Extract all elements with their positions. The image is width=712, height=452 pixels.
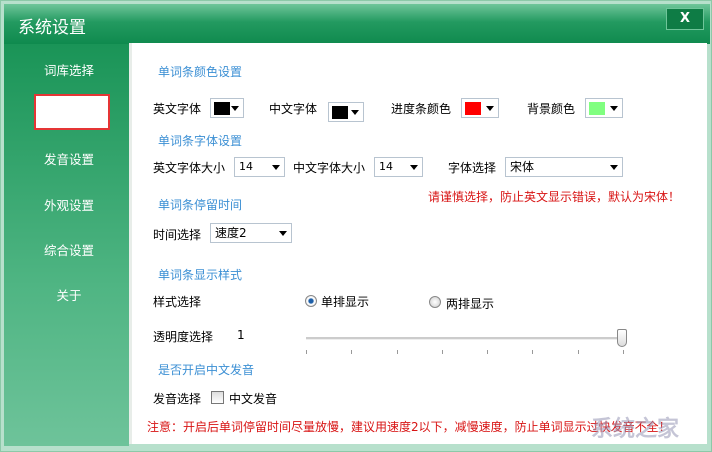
section-title-style: 单词条显示样式 bbox=[158, 268, 243, 282]
radio-double-row[interactable] bbox=[429, 296, 441, 308]
english-size-value: 14 bbox=[239, 160, 253, 173]
sidebar-item-about[interactable]: 关于 bbox=[4, 285, 134, 304]
section-title-time: 单词条停留时间 bbox=[158, 198, 243, 212]
progress-color-label: 进度条颜色 bbox=[391, 102, 452, 116]
radio-single-row[interactable] bbox=[305, 295, 317, 307]
double-row-label[interactable]: 两排显示 bbox=[446, 295, 494, 312]
sidebar-item-pronunciation[interactable]: 发音设置 bbox=[4, 149, 134, 168]
close-button[interactable]: X bbox=[666, 8, 704, 30]
opacity-slider-track[interactable] bbox=[306, 337, 623, 340]
title-bar: 系统设置 X bbox=[4, 4, 710, 44]
slider-tick bbox=[532, 350, 534, 354]
chinese-size-value: 14 bbox=[379, 160, 393, 173]
watermark: 系统之家 bbox=[591, 417, 680, 442]
slider-tick bbox=[623, 350, 624, 354]
time-select[interactable]: 速度2 bbox=[210, 223, 292, 243]
chinese-font-color-label: 中文字体 bbox=[269, 102, 318, 116]
background-color-label: 背景颜色 bbox=[527, 102, 576, 116]
slider-tick bbox=[396, 350, 398, 354]
chevron-down-icon bbox=[410, 165, 418, 170]
chinese-size-label: 中文字体大小 bbox=[293, 161, 366, 175]
sidebar-item-appearance[interactable]: 外观设置 bbox=[4, 195, 134, 214]
font-value: 宋体 bbox=[510, 160, 535, 174]
window-title: 系统设置 bbox=[18, 18, 86, 38]
english-size-select[interactable]: 14 bbox=[234, 157, 285, 177]
section-title-font: 单词条字体设置 bbox=[158, 134, 243, 148]
chevron-down-icon bbox=[272, 165, 280, 170]
chevron-down-icon bbox=[610, 165, 618, 170]
chinese-voice-label[interactable]: 中文发音 bbox=[229, 390, 277, 407]
slider-tick bbox=[351, 350, 353, 354]
english-size-label: 英文字体大小 bbox=[153, 161, 226, 175]
chevron-down-icon bbox=[610, 106, 618, 111]
sidebar-item-word-bar[interactable]: 单词条设置 bbox=[34, 94, 110, 130]
sidebar: 词库选择 单词条设置 发音设置 外观设置 综合设置 关于 bbox=[4, 44, 129, 446]
chinese-voice-checkbox[interactable] bbox=[211, 391, 224, 404]
progress-color-picker[interactable] bbox=[461, 98, 499, 118]
opacity-value: 1 bbox=[237, 328, 245, 342]
slider-tick bbox=[441, 350, 443, 354]
single-row-label[interactable]: 单排显示 bbox=[321, 293, 369, 310]
style-select-label: 样式选择 bbox=[153, 295, 202, 309]
voice-select-label: 发音选择 bbox=[153, 392, 202, 406]
chinese-font-color-picker[interactable] bbox=[328, 102, 364, 122]
english-font-color-label: 英文字体 bbox=[153, 102, 202, 116]
background-color-picker[interactable] bbox=[585, 98, 623, 118]
chevron-down-icon bbox=[351, 110, 359, 115]
chinese-size-select[interactable]: 14 bbox=[374, 157, 423, 177]
font-warning: 请谨慎选择，防止英文显示错误，默认为宋体！ bbox=[428, 190, 681, 204]
slider-tick bbox=[306, 350, 307, 354]
font-select-label: 字体选择 bbox=[448, 161, 497, 175]
sidebar-item-library[interactable]: 词库选择 bbox=[4, 60, 134, 79]
opacity-label: 透明度选择 bbox=[153, 330, 214, 344]
time-select-label: 时间选择 bbox=[153, 228, 202, 242]
english-font-color-picker[interactable] bbox=[210, 98, 244, 118]
chevron-down-icon bbox=[486, 106, 494, 111]
settings-window: 系统设置 X 词库选择 单词条设置 发音设置 外观设置 综合设置 关于 单词条颜… bbox=[0, 0, 712, 452]
font-select[interactable]: 宋体 bbox=[505, 157, 623, 177]
opacity-slider-thumb[interactable] bbox=[617, 329, 627, 347]
slider-tick bbox=[577, 350, 579, 354]
sidebar-item-general[interactable]: 综合设置 bbox=[4, 240, 134, 259]
chevron-down-icon bbox=[231, 106, 239, 111]
chevron-down-icon bbox=[279, 231, 287, 236]
slider-tick bbox=[487, 350, 489, 354]
section-title-color: 单词条颜色设置 bbox=[158, 65, 243, 79]
time-value: 速度2 bbox=[215, 226, 247, 240]
section-title-voice: 是否开启中文发音 bbox=[158, 363, 255, 377]
